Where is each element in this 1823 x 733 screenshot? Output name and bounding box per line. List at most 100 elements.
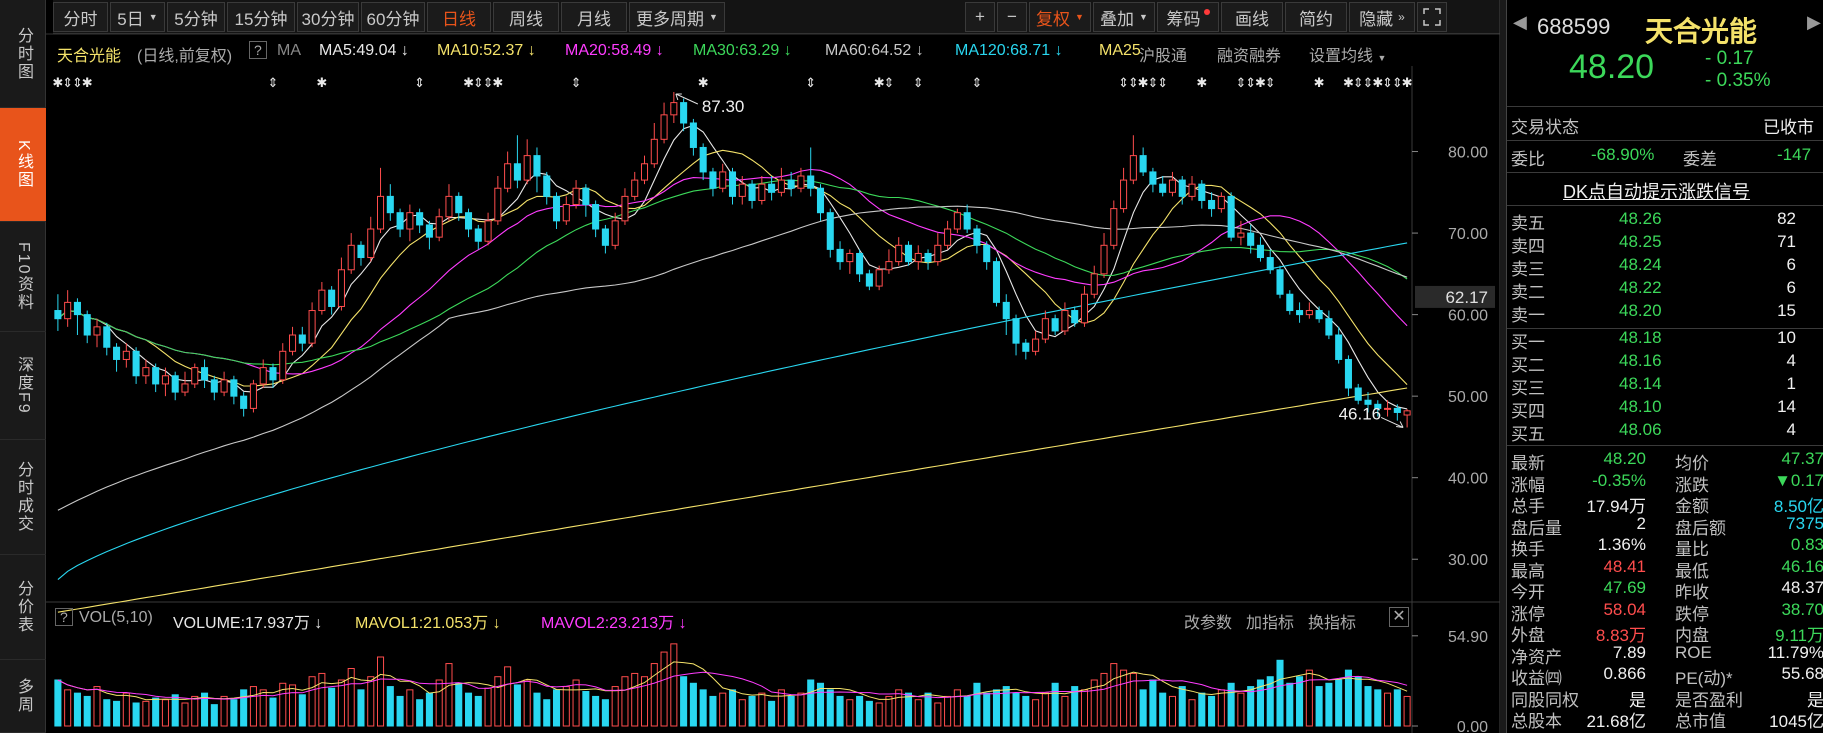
candle xyxy=(582,187,590,206)
volume-bar xyxy=(670,643,678,727)
volume-bar xyxy=(552,689,561,727)
volume-bar xyxy=(934,702,942,727)
candle xyxy=(1120,179,1128,210)
candle xyxy=(787,179,795,189)
level-volume: 6 xyxy=(1786,255,1796,274)
volume-bar xyxy=(1384,692,1392,727)
volume-bar xyxy=(924,692,932,727)
divider xyxy=(1507,140,1823,141)
ask-row[interactable]: 卖二 48.22 6 xyxy=(1507,277,1823,302)
level-volume: 14 xyxy=(1777,397,1796,416)
volume-bar xyxy=(748,695,756,727)
candle xyxy=(699,146,707,173)
event-marker-icon: ⇕ xyxy=(571,76,582,91)
candle xyxy=(1032,338,1040,352)
divider xyxy=(1507,445,1823,446)
ask-row[interactable]: 卖一 48.20 15 xyxy=(1507,300,1823,325)
ask-row[interactable]: 卖五 48.26 82 xyxy=(1507,208,1823,233)
stat-value: 55.68 xyxy=(1781,664,1823,683)
event-marker-icon: ⇕ xyxy=(414,76,425,91)
candle xyxy=(142,367,150,377)
event-marker-icon: ⇕ xyxy=(971,76,982,91)
candle xyxy=(1051,318,1059,332)
volume-bar xyxy=(865,700,873,727)
level-label: 买五 xyxy=(1511,425,1545,444)
bid-row[interactable]: 买二 48.16 4 xyxy=(1507,350,1823,375)
jiazhibiao-link[interactable]: 加指标 xyxy=(1246,609,1294,633)
volume-bar xyxy=(416,699,424,727)
volume-bar xyxy=(983,692,991,727)
ask-row[interactable]: 卖三 48.24 6 xyxy=(1507,254,1823,279)
close-icon[interactable]: ✕ xyxy=(1389,607,1409,627)
mavol1-value: MAVOL1:21.053万 ↓ xyxy=(355,615,501,632)
level-volume: 82 xyxy=(1777,209,1796,228)
level-price: 48.25 xyxy=(1619,232,1662,251)
volume-bar xyxy=(386,686,394,727)
huanzhibiao-link[interactable]: 换指标 xyxy=(1308,609,1356,633)
volume-bar xyxy=(895,689,903,727)
bid-row[interactable]: 买三 48.14 1 xyxy=(1507,373,1823,398)
mavol2-value: MAVOL2:23.213万 ↓ xyxy=(541,615,687,632)
level-volume: 15 xyxy=(1777,301,1796,320)
bid-row[interactable]: 买四 48.10 14 xyxy=(1507,396,1823,421)
volume-bar xyxy=(230,699,238,727)
candle xyxy=(562,204,570,222)
candle xyxy=(1325,318,1333,336)
volume-bar xyxy=(533,692,541,727)
mavol1-text: MAVOL1:21.053万 xyxy=(355,615,489,632)
volume-bar xyxy=(1051,682,1059,727)
ma-line-ma60 xyxy=(57,205,1408,511)
candle xyxy=(865,273,873,287)
candle xyxy=(660,114,668,140)
next-stock-icon[interactable]: ▶ xyxy=(1807,12,1821,33)
volume-bar xyxy=(357,689,365,727)
volume-bar xyxy=(73,692,81,727)
level-price: 48.10 xyxy=(1619,397,1662,416)
stat-row: 最高 48.41 最低 46.16 xyxy=(1507,556,1823,581)
stat-value: 48.20 xyxy=(1603,449,1646,468)
stock-code: 688599 xyxy=(1537,14,1611,39)
volume-bar xyxy=(474,695,482,727)
event-marker-icon: ⇕ xyxy=(913,76,924,91)
candle xyxy=(807,175,815,189)
stat-value: 38.70 xyxy=(1781,599,1823,619)
ask-row[interactable]: 卖四 48.25 71 xyxy=(1507,231,1823,256)
candle xyxy=(1110,208,1118,246)
candle xyxy=(1139,155,1147,173)
volume-bar xyxy=(709,695,717,727)
volume-bar xyxy=(1217,689,1225,727)
price-tick-label: 60.00 xyxy=(1448,308,1488,325)
bid-row[interactable]: 买五 48.06 4 xyxy=(1507,419,1823,444)
stat-value: 21.68亿 xyxy=(1586,712,1646,731)
candle xyxy=(1237,232,1245,238)
event-marker-icon: ✱ xyxy=(1402,76,1413,91)
candle xyxy=(1022,342,1030,352)
bid-row[interactable]: 买一 48.18 10 xyxy=(1507,327,1823,352)
ma-line-ma30 xyxy=(57,179,1408,366)
volume-bar xyxy=(1022,695,1030,727)
price-tick-label: 80.00 xyxy=(1448,145,1488,162)
high-price-label: 87.30 xyxy=(702,97,745,116)
gaicanshu-link[interactable]: 改参数 xyxy=(1184,609,1232,633)
candle xyxy=(93,326,101,336)
volume-bar xyxy=(298,694,306,727)
volume-bar xyxy=(953,689,961,727)
quote-header: ◀ 688599 天合光能 ▶ xyxy=(1507,10,1823,47)
candle xyxy=(1286,293,1294,312)
stat-row: 净资产 7.89 ROE 11.79% xyxy=(1507,642,1823,667)
dk-banner[interactable]: DK点自动提示涨跌信号 xyxy=(1507,177,1823,202)
volume-bar xyxy=(435,679,443,727)
candle xyxy=(289,334,297,352)
prev-stock-icon[interactable]: ◀ xyxy=(1513,12,1527,33)
volume-bar xyxy=(846,699,854,727)
candle xyxy=(259,367,267,385)
stat-label: 总市值 xyxy=(1675,712,1726,731)
candle xyxy=(1344,358,1352,389)
candle xyxy=(474,228,482,242)
status-value: 已收市 xyxy=(1763,118,1814,137)
candle xyxy=(376,195,385,230)
volume-bar xyxy=(1354,676,1362,727)
event-marker-icon: ⇕ xyxy=(805,76,816,91)
candle xyxy=(904,244,913,263)
help-button[interactable]: ? xyxy=(55,608,73,626)
